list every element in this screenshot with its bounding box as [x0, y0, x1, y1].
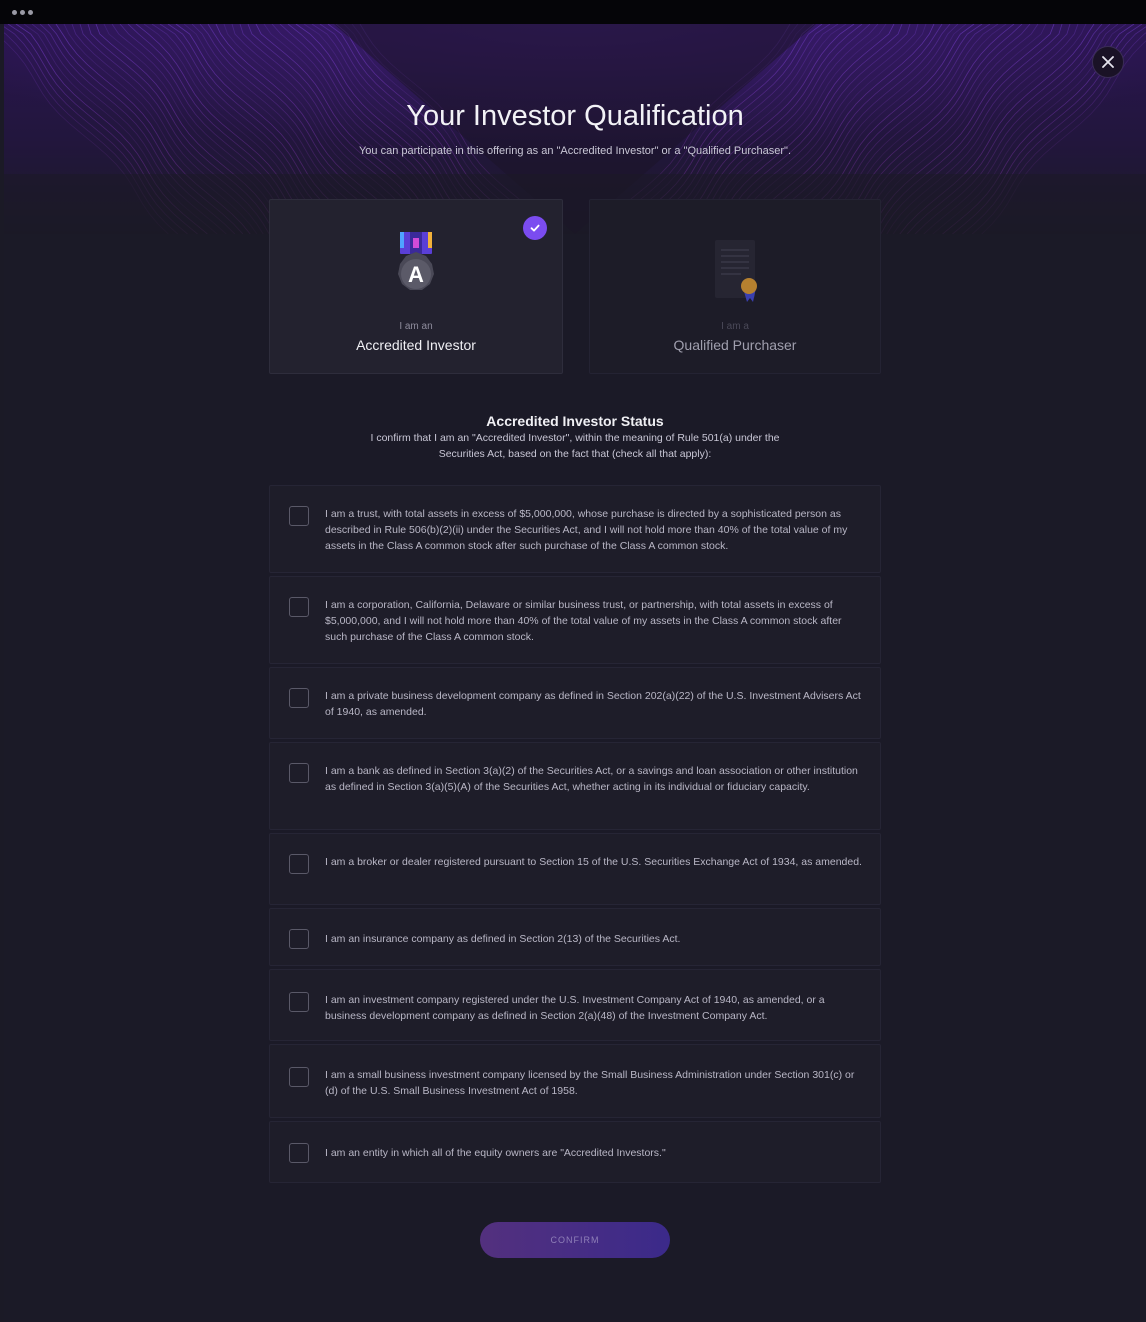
option-corporation[interactable]: I am a corporation, California, Delaware… [269, 576, 881, 664]
page-title: Your Investor Qualification [406, 100, 744, 132]
section-description: I confirm that I am an "Accredited Inves… [370, 432, 780, 460]
close-button[interactable] [1092, 46, 1124, 78]
option-sbic[interactable]: I am a small business investment company… [269, 1044, 881, 1118]
option-checkbox[interactable] [289, 506, 309, 526]
option-text: I am a bank as defined in Section 3(a)(2… [325, 765, 858, 793]
option-text: I am an investment company registered un… [325, 994, 825, 1022]
option-checkbox[interactable] [289, 1143, 309, 1163]
option-text: I am an entity in which all of the equit… [325, 1147, 666, 1159]
window-menu-dots-icon[interactable] [12, 10, 33, 15]
option-checkbox[interactable] [289, 854, 309, 874]
certificate-icon [590, 236, 880, 306]
confirm-button[interactable]: CONFIRM [480, 1222, 670, 1258]
option-checkbox[interactable] [289, 1067, 309, 1087]
qualified-purchaser-label: Qualified Purchaser [673, 337, 797, 353]
window-titlebar [0, 0, 1146, 24]
option-investment-company[interactable]: I am an investment company registered un… [269, 969, 881, 1041]
option-text: I am an insurance company as defined in … [325, 933, 681, 945]
option-text: I am a private business development comp… [325, 690, 861, 718]
option-trust[interactable]: I am a trust, with total assets in exces… [269, 485, 881, 573]
option-checkbox[interactable] [289, 763, 309, 783]
close-icon [1102, 56, 1114, 68]
option-bank[interactable]: I am a bank as defined in Section 3(a)(2… [269, 742, 881, 830]
option-broker-dealer[interactable]: I am a broker or dealer registered pursu… [269, 833, 881, 905]
medal-icon: A [270, 228, 562, 302]
accredited-prefix: I am an [399, 321, 433, 332]
investor-type-selector: A I am an Accredited Investor I am a Qua… [269, 199, 881, 374]
accredited-investor-label: Accredited Investor [356, 337, 476, 353]
option-checkbox[interactable] [289, 688, 309, 708]
svg-text:A: A [408, 262, 424, 287]
option-text: I am a trust, with total assets in exces… [325, 508, 848, 552]
option-checkbox[interactable] [289, 992, 309, 1012]
page-subtitle: You can participate in this offering as … [358, 145, 792, 157]
qualified-prefix: I am a [721, 321, 749, 332]
option-insurance[interactable]: I am an insurance company as defined in … [269, 908, 881, 966]
investor-qualification-modal: Your Investor Qualification You can part… [4, 24, 1146, 1322]
option-entity[interactable]: I am an entity in which all of the equit… [269, 1121, 881, 1183]
option-checkbox[interactable] [289, 597, 309, 617]
option-text: I am a corporation, California, Delaware… [325, 599, 842, 643]
accredited-investor-card[interactable]: A I am an Accredited Investor [269, 199, 563, 374]
qualified-purchaser-card[interactable]: I am a Qualified Purchaser [589, 199, 881, 374]
option-private-bdc[interactable]: I am a private business development comp… [269, 667, 881, 739]
option-text: I am a small business investment company… [325, 1069, 855, 1097]
option-checkbox[interactable] [289, 929, 309, 949]
option-text: I am a broker or dealer registered pursu… [325, 856, 862, 868]
section-title: Accredited Investor Status [486, 413, 664, 429]
